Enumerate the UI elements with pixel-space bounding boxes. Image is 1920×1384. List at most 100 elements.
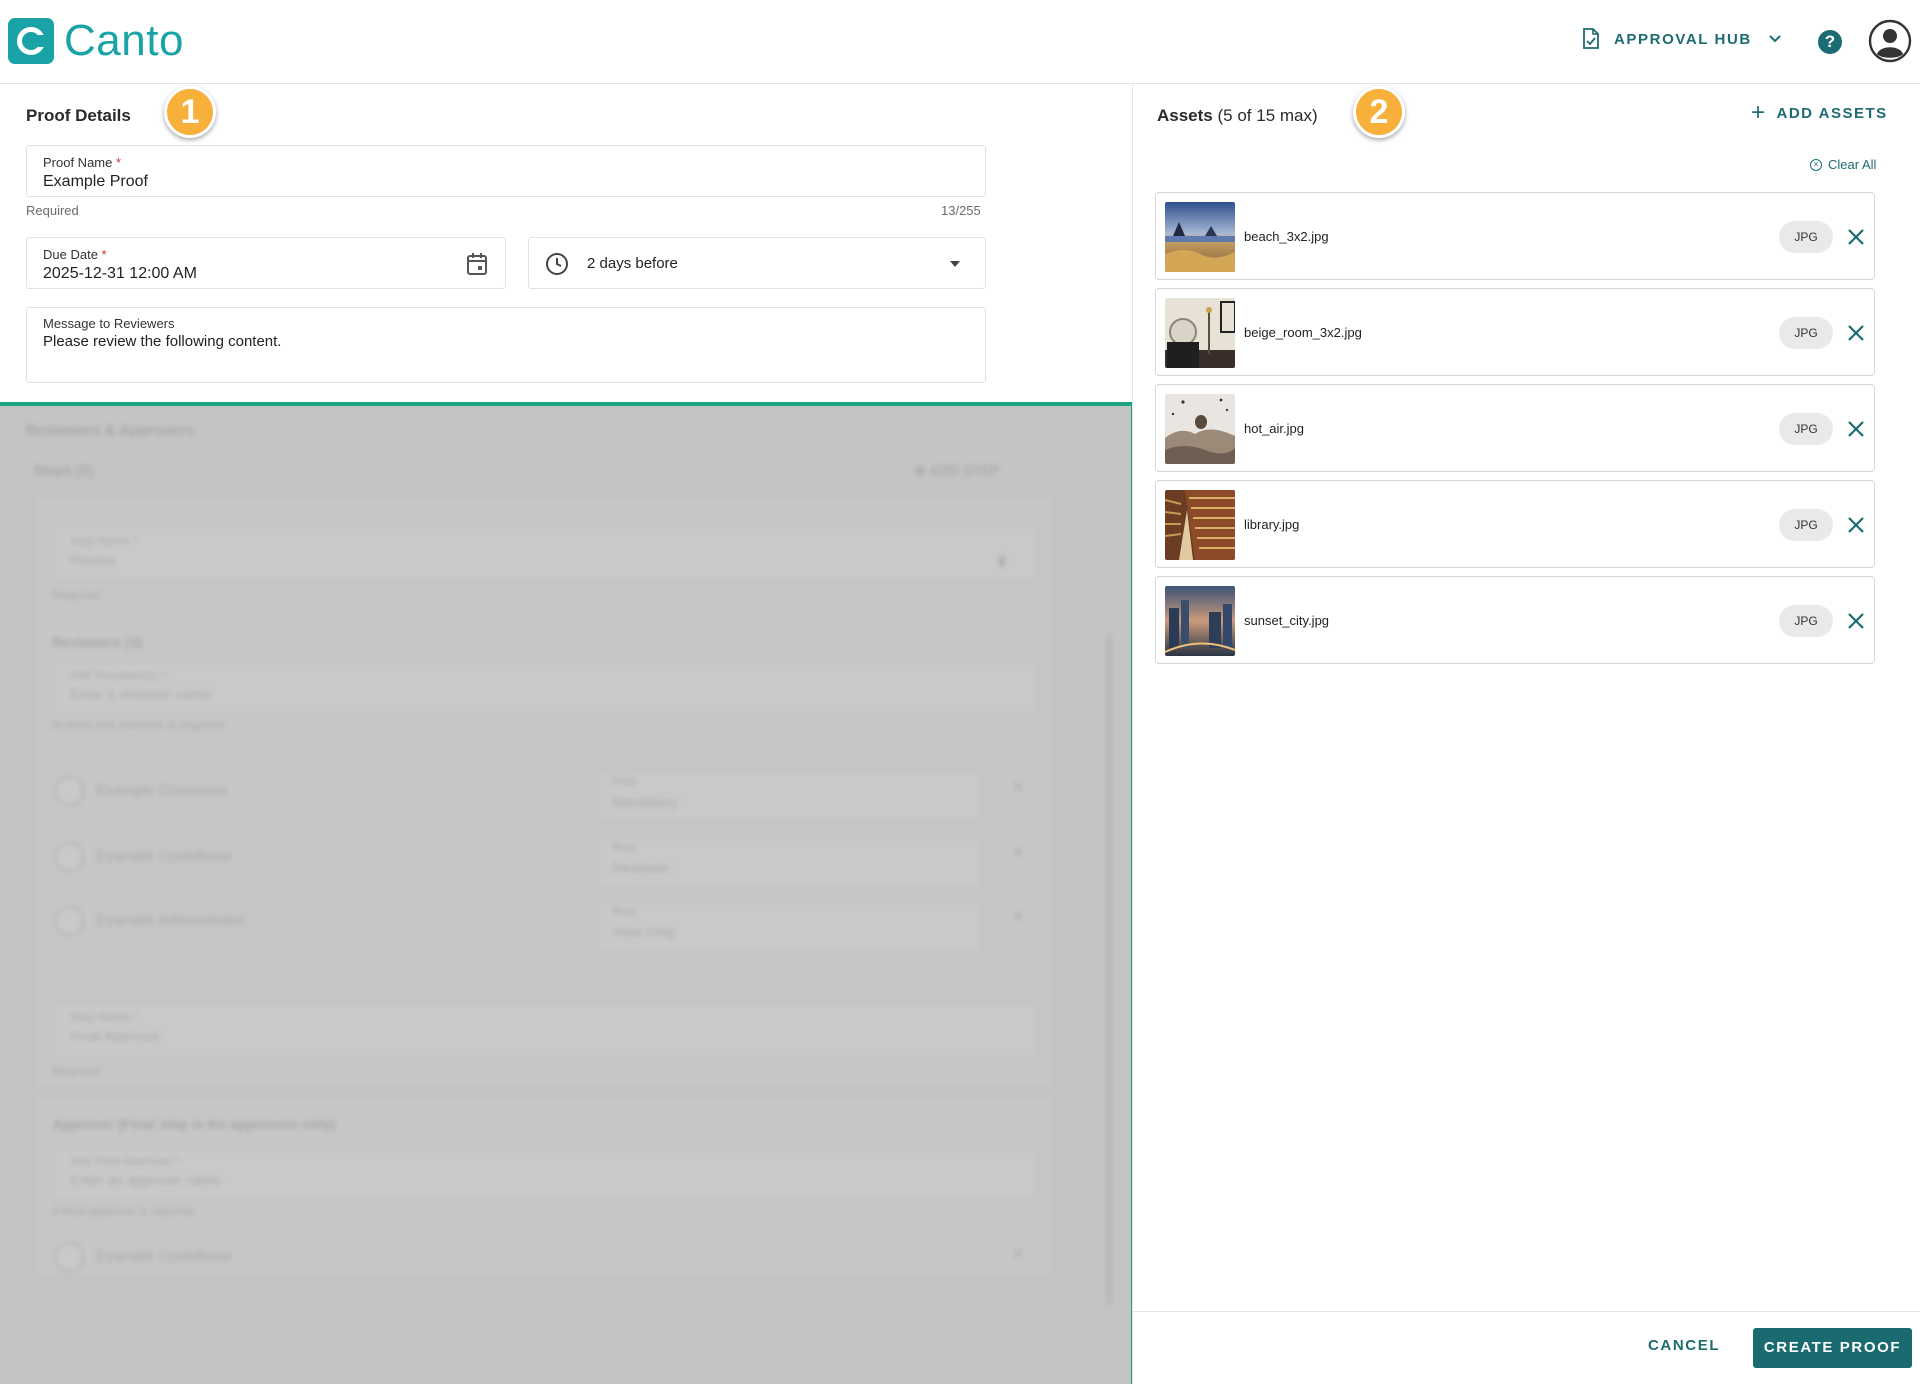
approver-avatar (54, 1242, 84, 1272)
reviewer-name: Example Administrator (96, 912, 247, 929)
asset-thumbnail-room[interactable] (1165, 298, 1235, 368)
message-value[interactable]: Please review the following content. (43, 333, 281, 350)
approval-hub-menu[interactable]: APPROVAL HUB (1582, 28, 1782, 50)
clear-all-button[interactable]: × Clear All (1810, 157, 1876, 172)
reviewer-avatar (54, 842, 84, 872)
role-label: Role (612, 774, 637, 788)
file-type-chip: JPG (1779, 509, 1833, 541)
step2-hint: Required (52, 1064, 101, 1078)
document-check-icon (1583, 28, 1599, 49)
cancel-button[interactable]: CANCEL (1648, 1337, 1720, 1354)
asset-item: hot_air.jpg JPG (1155, 384, 1875, 472)
canto-logo-icon (8, 18, 54, 64)
add-step-button: ⊕ ADD STEP (914, 462, 1000, 478)
proof-name-label: Proof Name * (43, 155, 122, 170)
asset-thumbnail-city[interactable] (1165, 586, 1235, 656)
proof-name-hint: Required (26, 203, 79, 218)
step-badge-1: 1 (164, 86, 216, 138)
reviewer-name: Example Consumer (96, 782, 228, 799)
approver-name: Example Contributor (96, 1248, 233, 1265)
add-reviewers-placeholder: Enter a reviewer name (70, 686, 211, 702)
asset-item: sunset_city.jpg JPG (1155, 576, 1875, 664)
asset-thumbnail-balloon[interactable] (1165, 394, 1235, 464)
approval-hub-label: APPROVAL HUB (1614, 30, 1752, 48)
step-badge-2: 2 (1353, 86, 1405, 138)
app-header: Canto APPROVAL HUB ? (0, 0, 1920, 84)
chevron-down-icon (1769, 35, 1781, 43)
step1-name-label: Step Name * (70, 534, 139, 548)
proof-details-title: Proof Details (26, 106, 131, 125)
remove-asset-icon[interactable] (1842, 511, 1870, 539)
remove-asset-icon[interactable] (1842, 415, 1870, 443)
canto-logo[interactable]: Canto (8, 18, 184, 64)
approver-hint: A final approver is required (52, 1204, 195, 1218)
remove-asset-icon[interactable] (1842, 319, 1870, 347)
message-label: Message to Reviewers (43, 316, 175, 331)
asset-name: library.jpg (1244, 517, 1300, 532)
remove-asset-icon[interactable] (1842, 607, 1870, 635)
asset-item: beach_3x2.jpg JPG (1155, 192, 1875, 280)
reviewers-approvers-overlay: Reviewers & Approvers Steps (2) ⊕ ADD ST… (0, 402, 1135, 1384)
reminder-select[interactable]: 2 days before (528, 237, 986, 289)
remove-icon: ✕ (1012, 908, 1024, 924)
dropdown-arrow-icon (950, 261, 960, 267)
file-type-chip: JPG (1779, 605, 1833, 637)
step2-name-label: Step Name * (70, 1010, 139, 1024)
proof-details-section: Proof Details 1 Proof Name * Example Pro… (0, 85, 1131, 405)
step2-name-value: Final Approval (70, 1028, 159, 1044)
reviewer-avatar (54, 906, 84, 936)
steps-count: Steps (2) (34, 462, 94, 478)
remove-icon: ✕ (1012, 1246, 1024, 1262)
step1-name-field (52, 526, 1037, 582)
clear-all-label: Clear All (1828, 157, 1877, 172)
user-avatar-icon[interactable] (1868, 19, 1912, 63)
due-date-label: Due Date * (43, 247, 107, 262)
file-type-chip: JPG (1779, 413, 1833, 445)
approver-title: Approver (Final step is for approvers on… (52, 1116, 336, 1132)
footer-divider (1133, 1311, 1920, 1312)
role-label: Role (612, 840, 637, 854)
remove-asset-icon[interactable] (1842, 223, 1870, 251)
asset-thumbnail-beach[interactable] (1165, 202, 1235, 272)
proof-name-field[interactable]: Proof Name * Example Proof (26, 145, 986, 197)
asset-item: beige_room_3x2.jpg JPG (1155, 288, 1875, 376)
proof-name-value[interactable]: Example Proof (43, 173, 148, 191)
reviewers-hint: At least one reviewer is required (52, 718, 224, 732)
add-assets-button[interactable]: + ADD ASSETS (1751, 99, 1888, 126)
asset-name: hot_air.jpg (1244, 421, 1304, 436)
logo-text: Canto (64, 16, 184, 65)
reviewers-count: Reviewers (3) (52, 634, 143, 650)
reviewers-title: Reviewers & Approvers (26, 422, 194, 439)
asset-thumbnail-library[interactable] (1165, 490, 1235, 560)
due-date-field[interactable]: Due Date * 2025-12-31 12:00 AM (26, 237, 506, 289)
assets-title: Assets (5 of 15 max) (1157, 106, 1318, 125)
role-label: Role (612, 904, 637, 918)
step1-hint: Required (52, 588, 101, 602)
add-reviewers-label: Add Reviewer(s) * (70, 668, 167, 682)
remove-icon: ✕ (1012, 844, 1024, 860)
reviewer-avatar (54, 776, 84, 806)
trash-icon: ▮ (998, 552, 1006, 568)
clear-circle-icon: × (1810, 158, 1822, 171)
file-type-chip: JPG (1779, 221, 1833, 253)
reviewer-name: Example Contributor (96, 848, 233, 865)
remove-icon: ✕ (1012, 778, 1024, 794)
calendar-icon[interactable] (466, 252, 488, 276)
reminder-value: 2 days before (587, 255, 678, 272)
create-proof-button[interactable]: CREATE PROOF (1753, 1328, 1912, 1368)
help-icon[interactable]: ? (1818, 30, 1842, 54)
role-value: Reviewer (612, 860, 671, 876)
step2-name-field (52, 1002, 1037, 1058)
add-assets-label: ADD ASSETS (1776, 104, 1888, 122)
plus-icon: + (1751, 99, 1767, 126)
due-date-value[interactable]: 2025-12-31 12:00 AM (43, 265, 197, 283)
step1-name-value: Review (70, 552, 116, 568)
asset-item: library.jpg JPG (1155, 480, 1875, 568)
reviewers-approvers-section: Reviewers & Approvers Steps (2) ⊕ ADD ST… (0, 406, 1131, 1384)
message-to-reviewers-field[interactable]: Message to Reviewers Please review the f… (26, 307, 986, 383)
role-value: View Only (612, 924, 675, 940)
asset-name: beach_3x2.jpg (1244, 229, 1329, 244)
assets-panel: Assets (5 of 15 max) 2 + ADD ASSETS × Cl… (1132, 85, 1920, 1384)
asset-name: beige_room_3x2.jpg (1244, 325, 1362, 340)
scrollbar (1106, 636, 1112, 1306)
